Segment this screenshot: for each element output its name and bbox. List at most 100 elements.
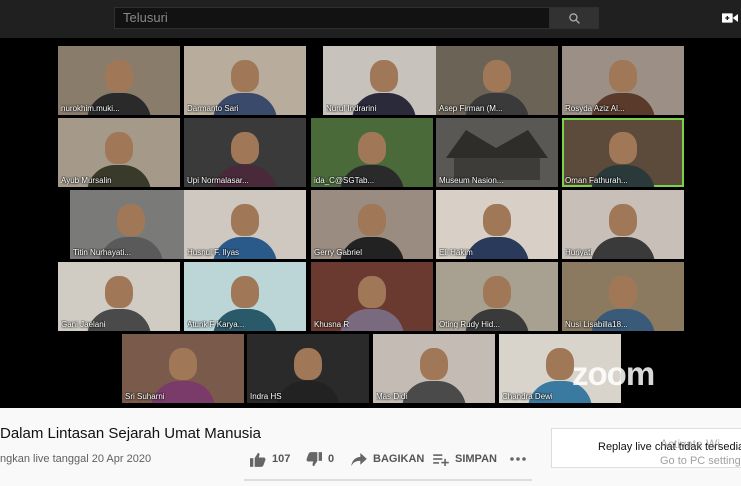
participant-tile: Indra HS	[247, 334, 369, 403]
action-underline	[244, 479, 532, 481]
activation-watermark-text: Go to PC setting	[660, 455, 741, 467]
like-count: 107	[272, 453, 291, 465]
participant-face	[358, 276, 386, 308]
participant-name: Nurul Indrarini	[326, 104, 377, 113]
participant-name: Asep Firman (M...	[439, 104, 503, 113]
participant-face	[609, 132, 637, 164]
participant-face	[483, 276, 511, 308]
participant-tile: Titin Nurhayati...	[70, 190, 192, 259]
top-bar: Telusuri	[0, 0, 741, 38]
participant-tile: Museum Nasion...	[436, 118, 558, 187]
participant-name: Atunk F Karya...	[187, 320, 245, 329]
participant-tile: Atunk F Karya...	[184, 262, 306, 331]
participant-name: Khusna R	[314, 320, 350, 329]
participant-name: Upi Normalasar...	[187, 176, 249, 185]
more-button[interactable]	[510, 450, 532, 468]
participant-name: Museum Nasion...	[439, 176, 504, 185]
participant-face	[420, 348, 448, 380]
participant-tile: Nusi Lisabilla18...	[562, 262, 684, 331]
video-title: Dalam Lintasan Sejarah Umat Manusia	[0, 425, 261, 442]
participant-tile: Rosyda Aziz Al...	[562, 46, 684, 115]
participant-tile: Mas Didi	[373, 334, 495, 403]
participant-face	[231, 204, 259, 236]
share-button[interactable]: BAGIKAN	[351, 450, 424, 468]
participant-name: Darmanto Sari	[187, 104, 239, 113]
video-info: Dalam Lintasan Sejarah Umat Manusia ngka…	[0, 408, 741, 486]
dislike-button[interactable]: 0	[306, 450, 334, 468]
participant-face	[609, 60, 637, 92]
zoom-logo: zoom	[572, 355, 655, 392]
participant-face	[105, 132, 133, 164]
participant-face	[546, 348, 574, 380]
video-camera-icon[interactable]	[722, 12, 738, 24]
search-icon	[568, 12, 580, 24]
participant-face	[609, 276, 637, 308]
search-button[interactable]	[549, 7, 599, 29]
participant-tile: Nurul Indrarini	[323, 46, 445, 115]
participant-tile: Ayub Mursalin	[58, 118, 180, 187]
participant-name: Ayub Mursalin	[61, 176, 112, 185]
participant-name: Husnul F. Ilyas	[187, 248, 240, 257]
participant-face	[231, 132, 259, 164]
participant-name: nurokhim.muki...	[61, 104, 120, 113]
participant-face	[105, 60, 133, 92]
participant-face	[358, 132, 386, 164]
participant-tile: Eli Hakim	[436, 190, 558, 259]
participant-tile: Huriyati	[562, 190, 684, 259]
participant-face	[231, 60, 259, 92]
participant-tile: nurokhim.muki...	[58, 46, 180, 115]
participant-tile: Husnul F. Ilyas	[184, 190, 306, 259]
participant-name: Sri Suharni	[125, 392, 165, 401]
participant-face	[483, 204, 511, 236]
participant-tile: Darmanto Sari	[184, 46, 306, 115]
participant-face	[370, 60, 398, 92]
stream-date: ngkan live tanggal 20 Apr 2020	[0, 453, 152, 465]
participant-name: Huriyati	[565, 248, 593, 257]
participant-figure	[276, 381, 340, 403]
participant-name: Nusi Lisabilla18...	[565, 320, 628, 329]
participant-name: ida_C@SGTab...	[314, 176, 375, 185]
participant-name: Chandra Dewi	[502, 392, 553, 401]
activation-watermark-title: Activate Wi	[660, 437, 721, 451]
participant-name: Oman Fathurah...	[565, 176, 628, 185]
thumbs-up-icon	[250, 452, 266, 467]
thumbs-down-icon	[306, 451, 322, 466]
save-label: SIMPAN	[455, 453, 497, 465]
participant-tile: Gani Jaelani	[58, 262, 180, 331]
participant-figure	[340, 309, 404, 331]
participant-tile: ida_C@SGTab...	[311, 118, 433, 187]
participant-face	[609, 204, 637, 236]
more-icon	[510, 457, 526, 461]
share-icon	[351, 452, 367, 466]
participant-face	[483, 60, 511, 92]
participant-figure	[591, 237, 655, 259]
participant-name: Indra HS	[250, 392, 282, 401]
participant-tile: Gerry Gabriel	[311, 190, 433, 259]
participant-name: Eli Hakim	[439, 248, 473, 257]
participant-name: Gerry Gabriel	[314, 248, 363, 257]
participant-face	[358, 204, 386, 236]
participant-figure	[465, 237, 529, 259]
playlist-add-icon	[433, 453, 449, 466]
video-player[interactable]: nurokhim.muki... Darmanto Sari Nurul Indra…	[0, 38, 741, 408]
participant-face	[231, 276, 259, 308]
participant-face	[169, 348, 197, 380]
participant-tile: Oting Rudy Hid...	[436, 262, 558, 331]
participant-name: Gani Jaelani	[61, 320, 106, 329]
dislike-count: 0	[328, 453, 335, 465]
participant-face	[294, 348, 322, 380]
participant-tile: Asep Firman (M...	[436, 46, 558, 115]
participant-name: Titin Nurhayati...	[73, 248, 131, 257]
participant-tile: Khusna R	[311, 262, 433, 331]
participant-name: Mas Didi	[376, 392, 408, 401]
participant-face	[105, 276, 133, 308]
save-button[interactable]: SIMPAN	[433, 450, 497, 468]
search-input[interactable]: Telusuri	[114, 7, 550, 29]
share-label: BAGIKAN	[373, 453, 425, 465]
participant-tile: Oman Fathurah...	[562, 118, 684, 187]
like-button[interactable]: 107	[250, 450, 290, 468]
participant-tile: Upi Normalasar...	[184, 118, 306, 187]
participant-name: Rosyda Aziz Al...	[565, 104, 625, 113]
participant-face	[117, 204, 145, 236]
participant-tile: Sri Suharni	[122, 334, 244, 403]
